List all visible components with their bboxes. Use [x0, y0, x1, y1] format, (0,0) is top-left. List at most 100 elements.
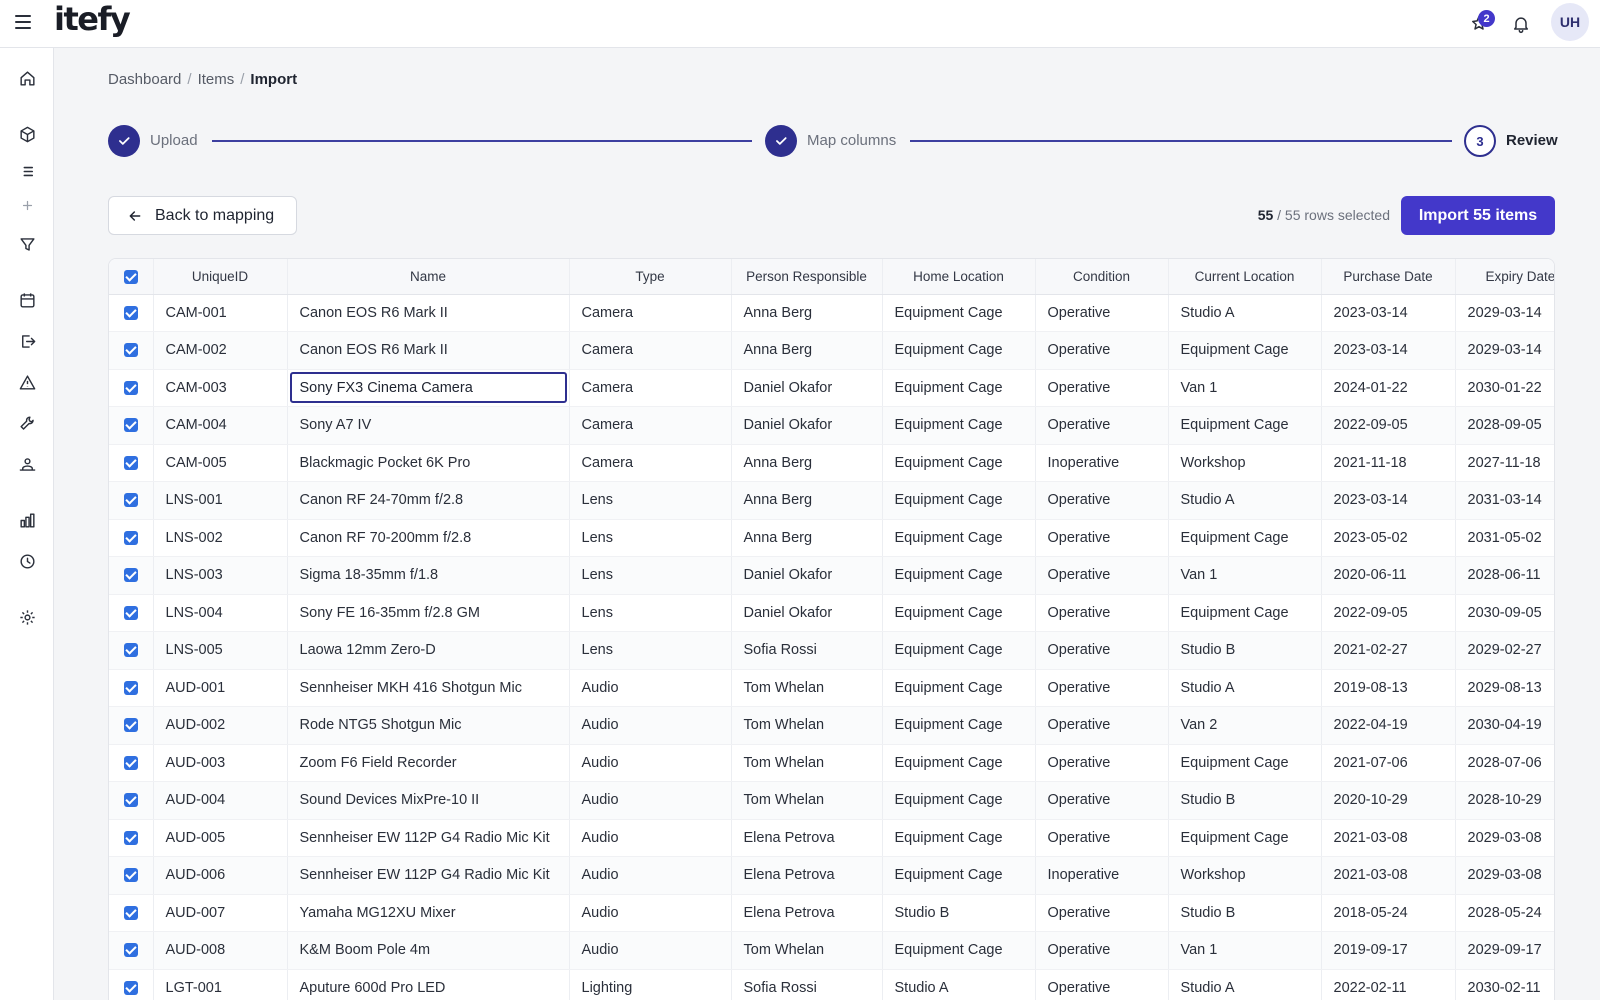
table-cell[interactable]: LNS-003: [153, 556, 288, 595]
table-cell[interactable]: CAM-001: [153, 294, 288, 332]
wrench-icon[interactable]: [14, 410, 40, 436]
table-cell[interactable]: Equipment Cage: [882, 819, 1036, 857]
calendar-icon[interactable]: [14, 287, 40, 313]
table-cell[interactable]: 2021-03-08: [1321, 856, 1456, 895]
table-cell[interactable]: Operative: [1035, 519, 1169, 557]
table-cell[interactable]: 2029-03-14: [1455, 331, 1554, 370]
table-cell[interactable]: Sound Devices MixPre-10 II: [287, 781, 570, 820]
home-icon[interactable]: [14, 65, 40, 91]
table-cell[interactable]: Lens: [569, 631, 732, 670]
table-cell[interactable]: 2028-05-24: [1455, 894, 1554, 932]
table-cell[interactable]: Studio B: [1168, 894, 1322, 932]
table-cell[interactable]: Operative: [1035, 556, 1169, 595]
table-cell[interactable]: 2021-07-06: [1321, 744, 1456, 782]
table-cell[interactable]: 2021-11-18: [1321, 444, 1456, 482]
table-row[interactable]: LNS-002 Canon RF 70-200mm f/2.8 Lens Anna B…: [109, 519, 1554, 557]
table-cell[interactable]: Equipment Cage: [882, 856, 1036, 895]
table-cell[interactable]: 2022-04-19: [1321, 706, 1456, 745]
table-row[interactable]: AUD-005 Sennheiser EW 112P G4 Radio Mic K…: [109, 819, 1554, 857]
warning-icon[interactable]: [14, 369, 40, 395]
table-cell[interactable]: Daniel Okafor: [731, 556, 883, 595]
table-cell[interactable]: Workshop: [1168, 856, 1322, 895]
table-cell[interactable]: Equipment Cage: [882, 294, 1036, 332]
table-cell[interactable]: Operative: [1035, 669, 1169, 707]
table-row[interactable]: AUD-003 Zoom F6 Field Recorder Audio Tom Wh…: [109, 744, 1554, 782]
table-cell[interactable]: 2022-02-11: [1321, 969, 1456, 1000]
table-cell[interactable]: Canon EOS R6 Mark II: [287, 294, 570, 332]
table-cell[interactable]: Lens: [569, 519, 732, 557]
table-cell[interactable]: Equipment Cage: [882, 369, 1036, 407]
row-checkbox[interactable]: [123, 418, 138, 433]
row-checkbox[interactable]: [123, 455, 138, 470]
row-checkbox[interactable]: [123, 793, 138, 808]
table-cell[interactable]: Lens: [569, 556, 732, 595]
table-cell[interactable]: 2021-02-27: [1321, 631, 1456, 670]
breadcrumb-dashboard[interactable]: Dashboard: [108, 71, 181, 88]
whats-new-icon[interactable]: 2: [1463, 8, 1495, 40]
table-cell[interactable]: Equipment Cage: [1168, 406, 1322, 445]
table-cell[interactable]: Lens: [569, 481, 732, 520]
table-cell[interactable]: Camera: [569, 444, 732, 482]
table-cell[interactable]: Van 1: [1168, 556, 1322, 595]
table-cell[interactable]: Van 2: [1168, 706, 1322, 745]
row-checkbox[interactable]: [123, 868, 138, 883]
table-cell[interactable]: Daniel Okafor: [731, 406, 883, 445]
row-checkbox[interactable]: [123, 380, 138, 395]
table-cell[interactable]: Equipment Cage: [882, 594, 1036, 632]
row-checkbox[interactable]: [123, 680, 138, 695]
table-cell[interactable]: Yamaha MG12XU Mixer: [287, 894, 570, 932]
table-cell[interactable]: Studio A: [1168, 669, 1322, 707]
table-cell[interactable]: LNS-005: [153, 631, 288, 670]
table-cell[interactable]: Canon EOS R6 Mark II: [287, 331, 570, 370]
table-cell[interactable]: Aputure 600d Pro LED: [287, 969, 570, 1000]
table-row[interactable]: LNS-005 Laowa 12mm Zero-D Lens Sofia Rossi E…: [109, 631, 1554, 670]
cube-icon[interactable]: [14, 121, 40, 147]
table-cell[interactable]: 2023-03-14: [1321, 331, 1456, 370]
table-cell[interactable]: Laowa 12mm Zero-D: [287, 631, 570, 670]
table-cell[interactable]: 2024-01-22: [1321, 369, 1456, 407]
user-avatar[interactable]: UH: [1551, 3, 1589, 41]
table-cell[interactable]: Workshop: [1168, 444, 1322, 482]
table-cell[interactable]: Equipment Cage: [882, 706, 1036, 745]
table-cell[interactable]: 2029-03-08: [1455, 819, 1554, 857]
table-cell[interactable]: Elena Petrova: [731, 819, 883, 857]
row-checkbox[interactable]: [123, 980, 138, 995]
table-cell[interactable]: Equipment Cage: [1168, 331, 1322, 370]
table-row[interactable]: CAM-002 Canon EOS R6 Mark II Camera Anna Be…: [109, 331, 1554, 370]
table-cell[interactable]: Studio A: [1168, 969, 1322, 1000]
table-cell[interactable]: Elena Petrova: [731, 894, 883, 932]
table-cell[interactable]: 2022-09-05: [1321, 406, 1456, 445]
column-header[interactable]: Current Location: [1168, 259, 1322, 295]
table-cell[interactable]: AUD-002: [153, 706, 288, 745]
table-cell[interactable]: AUD-004: [153, 781, 288, 820]
table-cell[interactable]: 2019-08-13: [1321, 669, 1456, 707]
table-cell[interactable]: 2031-05-02: [1455, 519, 1554, 557]
users-icon[interactable]: [14, 451, 40, 477]
table-cell[interactable]: K&M Boom Pole 4m: [287, 931, 570, 970]
table-cell[interactable]: 2030-02-11: [1455, 969, 1554, 1000]
cell-edit-input[interactable]: [289, 372, 567, 404]
table-cell[interactable]: Anna Berg: [731, 444, 883, 482]
row-checkbox[interactable]: [123, 643, 138, 658]
table-cell[interactable]: Studio B: [882, 894, 1036, 932]
table-cell[interactable]: Equipment Cage: [882, 331, 1036, 370]
table-cell[interactable]: 2029-03-08: [1455, 856, 1554, 895]
table-row[interactable]: AUD-004 Sound Devices MixPre-10 II Audio To…: [109, 781, 1554, 820]
menu-icon[interactable]: [12, 11, 34, 33]
table-cell[interactable]: Equipment Cage: [1168, 519, 1322, 557]
table-cell[interactable]: AUD-003: [153, 744, 288, 782]
table-row[interactable]: AUD-006 Sennheiser EW 112P G4 Radio Mic K…: [109, 856, 1554, 895]
table-cell[interactable]: 2031-03-14: [1455, 481, 1554, 520]
table-cell[interactable]: 2018-05-24: [1321, 894, 1456, 932]
table-cell[interactable]: Operative: [1035, 594, 1169, 632]
select-all-checkbox[interactable]: [123, 269, 138, 284]
table-row[interactable]: LNS-003 Sigma 18-35mm f/1.8 Lens Daniel Oka…: [109, 556, 1554, 595]
column-header[interactable]: Name: [287, 259, 570, 295]
table-cell[interactable]: Audio: [569, 856, 732, 895]
table-cell[interactable]: 2030-01-22: [1455, 369, 1554, 407]
table-cell[interactable]: 2020-06-11: [1321, 556, 1456, 595]
table-cell[interactable]: 2028-07-06: [1455, 744, 1554, 782]
table-row[interactable]: AUD-002 Rode NTG5 Shotgun Mic Audio Tom Whe…: [109, 706, 1554, 745]
table-cell[interactable]: CAM-002: [153, 331, 288, 370]
table-cell[interactable]: 2028-09-05: [1455, 406, 1554, 445]
